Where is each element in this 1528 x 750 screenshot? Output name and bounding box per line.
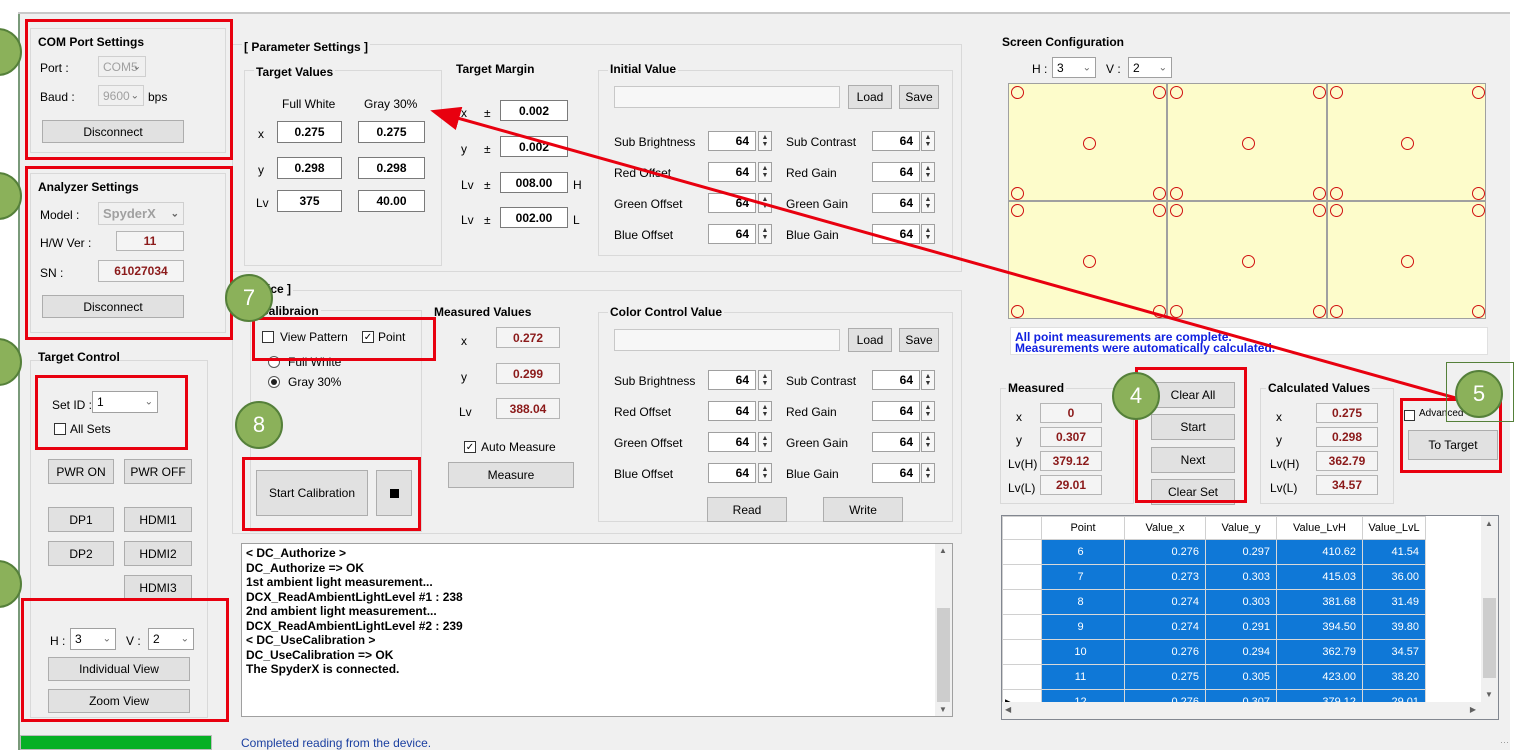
callout-4: 4 [1112, 372, 1160, 420]
callout-7: 7 [225, 274, 273, 322]
callout-8: 8 [235, 401, 283, 449]
callout-5: 5 [1455, 370, 1503, 418]
annotation-arrow [430, 106, 1471, 404]
